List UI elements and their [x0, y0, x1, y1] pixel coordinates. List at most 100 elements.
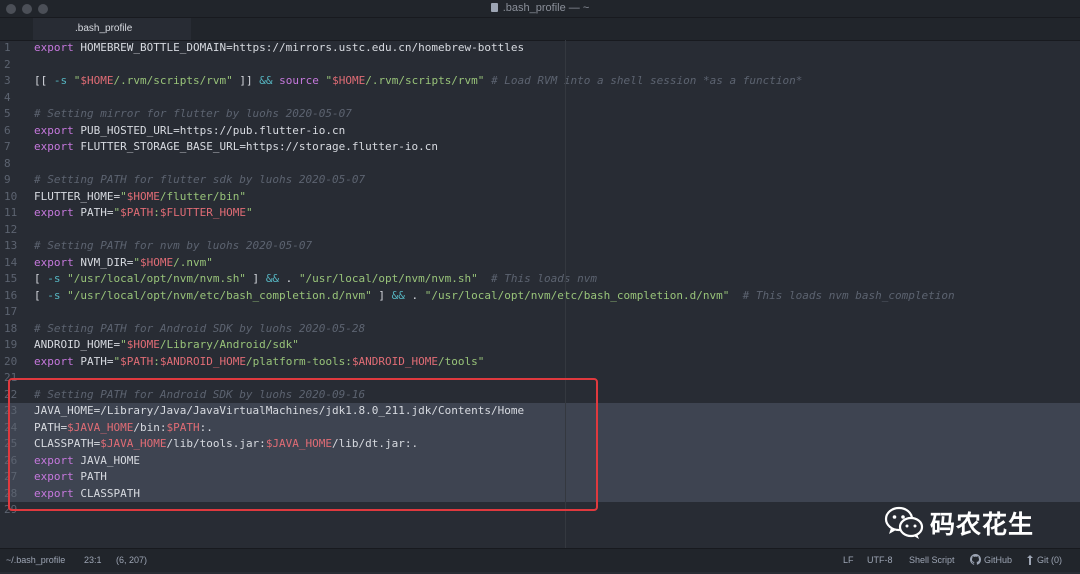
line-number: 13 — [4, 239, 18, 252]
code-line[interactable]: 8 — [0, 156, 1080, 173]
line-number: 15 — [4, 272, 18, 285]
code-token: source — [279, 74, 319, 87]
tab-bar: .bash_profile — [0, 18, 1080, 41]
code-text: FLUTTER_HOME="$HOME/flutter/bin" — [34, 189, 246, 206]
code-token: /Library/Android/sdk" — [159, 338, 299, 351]
code-token: /tools" — [438, 354, 485, 368]
code-line[interactable]: 10 FLUTTER_HOME="$HOME/flutter/bin" — [0, 189, 1080, 206]
code-token: "/usr/local/opt/nvm/nvm.sh" — [298, 272, 478, 285]
line-number: 10 — [4, 189, 18, 203]
code-text: export NVM_DIR="$HOME/.nvm" — [34, 255, 213, 272]
code-token: export — [34, 123, 74, 137]
code-token: # Setting PATH for nvm by luohs 2020-05-… — [34, 239, 313, 252]
line-number: 4 — [4, 90, 11, 104]
status-github[interactable]: GitHub — [970, 549, 1012, 574]
code-token: " — [120, 189, 127, 203]
line-number: 12 — [4, 222, 18, 236]
code-line[interactable]: 9 # Setting PATH for flutter sdk by luohs… — [0, 172, 1080, 189]
code-line[interactable]: 3 [[ -s "$HOME/.rvm/scripts/rvm" ]] && so… — [0, 73, 1080, 90]
code-line[interactable]: 15 [ -s "/usr/local/opt/nvm/nvm.sh" ] && … — [0, 271, 1080, 288]
status-encoding[interactable]: UTF-8 — [867, 549, 893, 572]
line-number: 16 — [4, 288, 18, 302]
code-token: . — [404, 288, 425, 302]
code-line[interactable]: 5 # Setting mirror for flutter by luohs 2… — [0, 106, 1080, 123]
code-token: : — [153, 206, 160, 219]
code-token: export — [34, 140, 74, 153]
code-token: [ — [34, 288, 48, 302]
code-token: -s — [47, 288, 61, 302]
code-token: " — [245, 206, 253, 219]
code-token: FLUTTER_STORAGE_BASE_URL=https://storage… — [73, 140, 438, 153]
code-line[interactable]: 17 — [0, 304, 1080, 321]
code-token: # Setting PATH for flutter sdk by luohs … — [34, 173, 366, 186]
status-github-label: GitHub — [984, 555, 1013, 565]
status-grammar[interactable]: Shell Script — [909, 549, 955, 572]
code-line[interactable]: 7 export FLUTTER_STORAGE_BASE_URL=https:/… — [0, 139, 1080, 156]
title-bar: .bash_profile — ~ — [0, 0, 1080, 18]
code-token: " — [133, 255, 140, 269]
code-text: [[ -s "$HOME/.rvm/scripts/rvm" ]] && sou… — [34, 73, 802, 90]
code-token: && — [391, 288, 405, 302]
code-token: "/usr/local/opt/nvm/nvm.sh" — [67, 272, 246, 285]
line-number: 8 — [4, 156, 11, 170]
window-title-container: .bash_profile — ~ — [0, 2, 1080, 14]
code-token: # Setting PATH for Android SDK by luohs … — [34, 321, 366, 335]
code-token: # Load RVM into a shell session *as a fu… — [491, 74, 803, 87]
code-text: export PATH="$PATH:$FLUTTER_HOME" — [34, 205, 253, 222]
code-token: export — [34, 255, 74, 269]
github-icon — [970, 551, 981, 574]
tab-label: .bash_profile — [75, 23, 133, 34]
code-token: $HOME — [139, 255, 174, 269]
code-token: FLUTTER_HOME= — [34, 189, 121, 203]
code-token: export — [34, 206, 74, 219]
code-token: /platform-tools: — [245, 354, 352, 368]
code-token: && — [259, 74, 273, 87]
file-icon — [490, 3, 498, 12]
line-number: 5 — [4, 107, 11, 120]
code-token: ] — [245, 272, 266, 285]
code-line[interactable]: 14 export NVM_DIR="$HOME/.nvm" — [0, 255, 1080, 272]
status-line-ending[interactable]: LF — [843, 549, 854, 572]
code-token: $ANDROID_HOME — [351, 354, 439, 368]
code-token: # This loads nvm bash_completion — [742, 288, 955, 302]
code-text: export HOMEBREW_BOTTLE_DOMAIN=https://mi… — [34, 40, 524, 57]
git-branch-icon — [1026, 551, 1034, 574]
code-line[interactable]: 4 — [0, 90, 1080, 107]
code-token: PATH= — [73, 206, 114, 219]
code-line[interactable]: 11 export PATH="$PATH:$FLUTTER_HOME" — [0, 205, 1080, 222]
watermark: 码农花生 — [884, 503, 1034, 543]
code-token: PUB_HOSTED_URL=https://pub.flutter-io.cn — [73, 123, 346, 137]
code-line[interactable]: 12 — [0, 222, 1080, 239]
code-token: $PATH — [120, 354, 154, 368]
code-token: -s — [53, 74, 68, 87]
code-token: $HOME — [126, 189, 160, 203]
code-line[interactable]: 19 ANDROID_HOME="$HOME/Library/Android/sd… — [0, 337, 1080, 354]
code-token: : — [153, 354, 160, 368]
code-token: . — [279, 272, 299, 285]
code-line[interactable]: 6 export PUB_HOSTED_URL=https://pub.flutt… — [0, 123, 1080, 140]
code-token: /.rvm/scripts/rvm" — [365, 74, 485, 87]
tab-bash-profile[interactable]: .bash_profile — [33, 18, 191, 40]
code-token: PATH= — [73, 354, 114, 368]
window-title: .bash_profile — ~ — [502, 2, 590, 14]
code-line[interactable]: 18 # Setting PATH for Android SDK by luoh… — [0, 321, 1080, 338]
status-cursor-position[interactable]: 23:1 — [84, 549, 102, 572]
status-file-path[interactable]: ~/.bash_profile — [6, 549, 65, 572]
line-number: 3 — [4, 74, 11, 87]
status-selection-count[interactable]: (6, 207) — [116, 549, 147, 572]
status-git[interactable]: Git (0) — [1026, 549, 1062, 574]
code-token: && — [265, 272, 280, 285]
line-number: 14 — [4, 255, 18, 269]
code-token: /flutter/bin" — [159, 189, 246, 203]
code-token: [[ — [34, 74, 54, 87]
code-line[interactable]: 2 — [0, 57, 1080, 74]
code-line[interactable]: 13 # Setting PATH for nvm by luohs 2020-0… — [0, 238, 1080, 255]
line-number: 20 — [4, 354, 18, 368]
code-line[interactable]: 20 export PATH="$PATH:$ANDROID_HOME/platf… — [0, 354, 1080, 371]
code-line[interactable]: 16 [ -s "/usr/local/opt/nvm/etc/bash_comp… — [0, 288, 1080, 305]
code-line[interactable]: 1 export HOMEBREW_BOTTLE_DOMAIN=https://m… — [0, 40, 1080, 57]
code-token: $ANDROID_HOME — [159, 354, 246, 368]
